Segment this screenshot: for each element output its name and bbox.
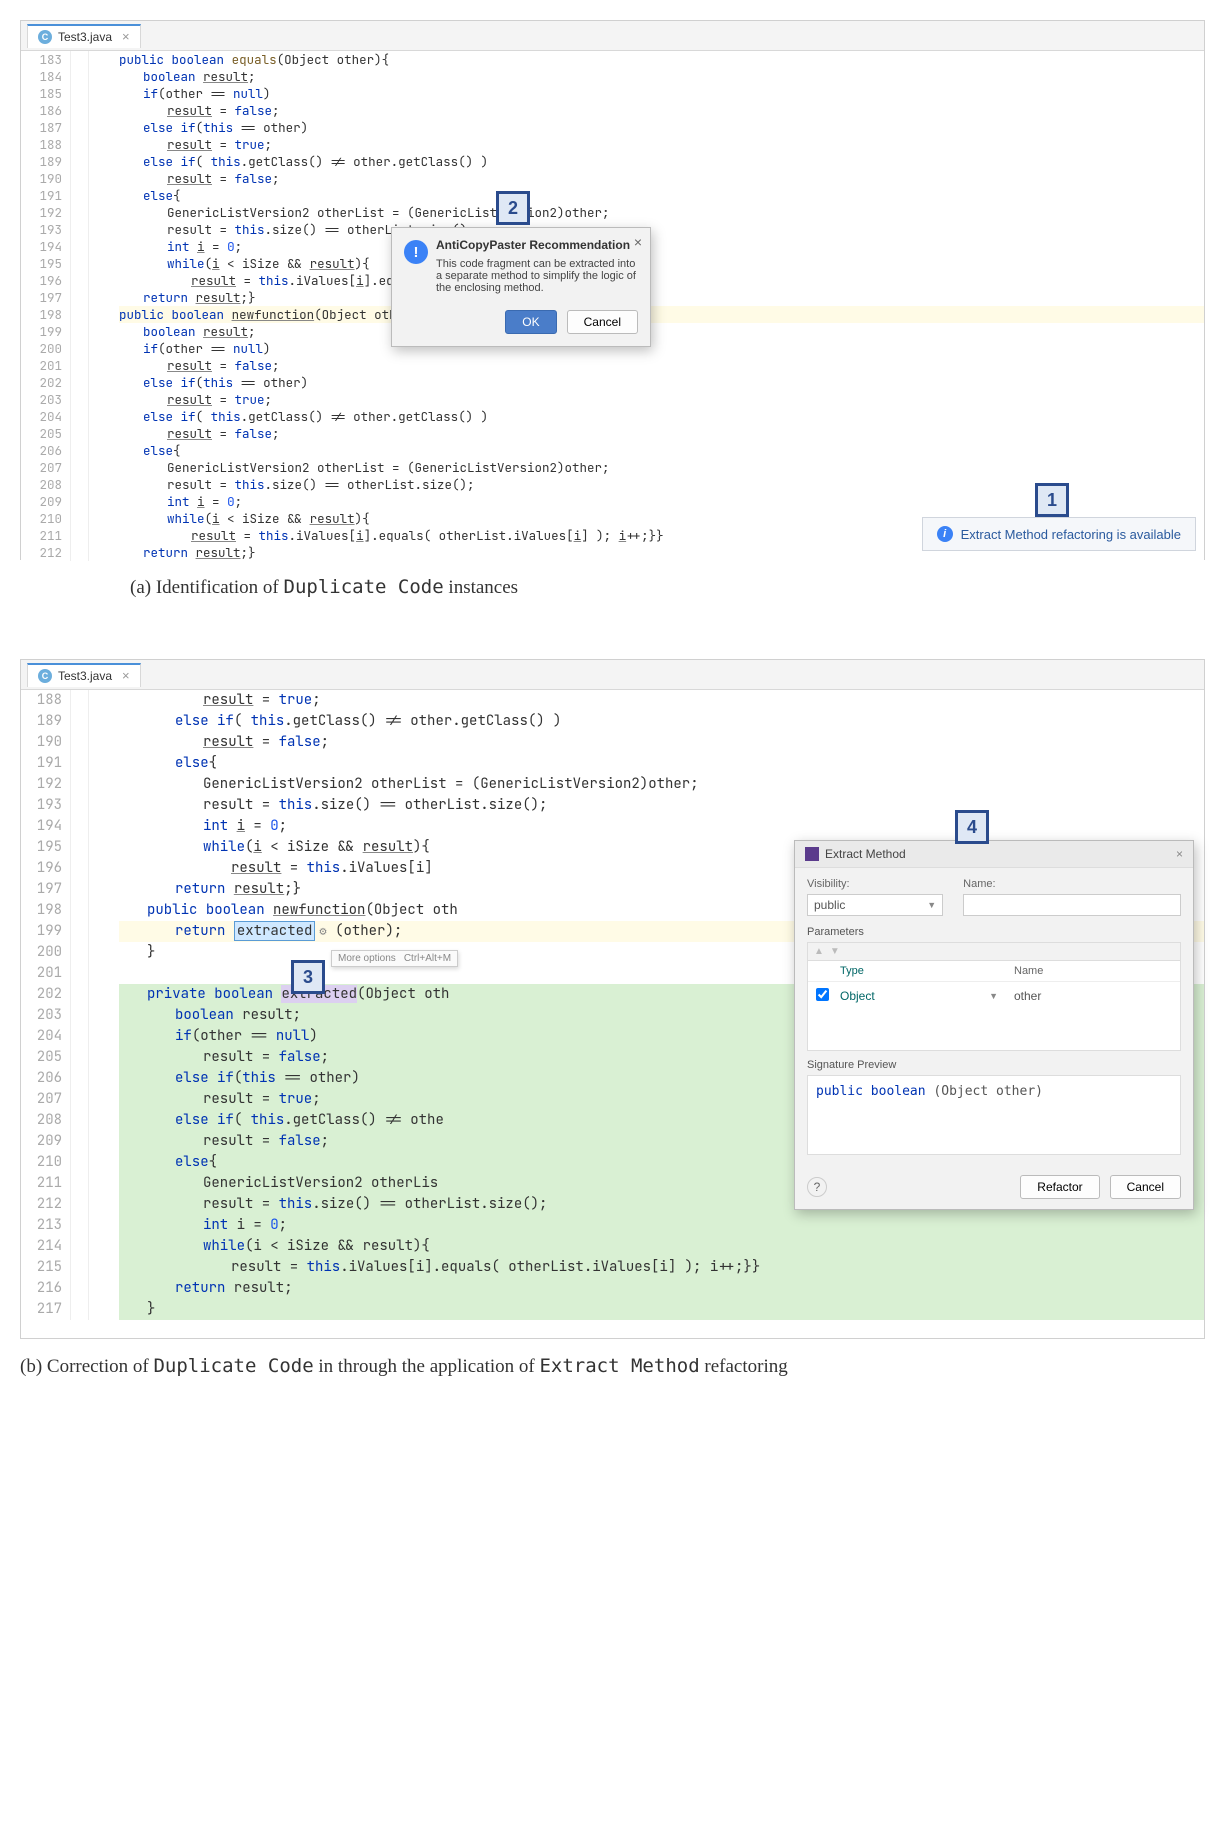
- name-label: Name:: [963, 878, 1181, 890]
- visibility-label: Visibility:: [807, 878, 943, 890]
- gutter: 1881891901911921931941951961971981992002…: [21, 690, 71, 1320]
- param-checkbox[interactable]: [816, 988, 829, 1001]
- chevron-down-icon: ▼: [927, 900, 936, 910]
- java-class-icon: C: [38, 669, 52, 683]
- caption-b-end: Extract Method: [539, 1355, 699, 1377]
- ide-window-b: C Test3.java × 1881891901911921931941951…: [20, 659, 1205, 1339]
- callout-4-label: 4: [967, 817, 977, 838]
- fold-column: [71, 51, 89, 561]
- info-icon: i: [937, 526, 953, 542]
- file-tab[interactable]: C Test3.java ×: [27, 663, 141, 687]
- move-down-icon[interactable]: ▼: [830, 946, 840, 957]
- extract-dialog-title: Extract Method: [825, 847, 906, 861]
- more-options-label: More options: [338, 953, 396, 964]
- name-header: Name: [1006, 961, 1180, 981]
- figure-a: C Test3.java × 1831841851861871881891901…: [20, 20, 1205, 599]
- notification-text: Extract Method refactoring is available: [961, 527, 1181, 542]
- ok-button[interactable]: OK: [505, 310, 556, 334]
- sig-preview: public boolean (Object other): [807, 1075, 1181, 1155]
- caption-b-mid2: in through the application of: [314, 1356, 540, 1377]
- more-options-shortcut: Ctrl+Alt+M: [404, 953, 451, 964]
- caption-b-pre: (b) Correction of: [20, 1356, 153, 1377]
- sig-preview-label: Signature Preview: [807, 1059, 1181, 1071]
- param-toolbar: ▲ ▼: [807, 942, 1181, 960]
- caption-a: (a) Identification of Duplicate Code ins…: [20, 576, 1205, 599]
- param-type: Object: [840, 989, 875, 1003]
- ide-window-a: C Test3.java × 1831841851861871881891901…: [20, 20, 1205, 560]
- extract-method-dialog: Extract Method × Visibility: public ▼ Na…: [794, 840, 1194, 1210]
- file-tab-label: Test3.java: [58, 669, 112, 683]
- parameters-label: Parameters: [807, 926, 1181, 938]
- param-table: Type Name Object ▼ other: [807, 960, 1181, 1051]
- close-icon[interactable]: ×: [1176, 847, 1183, 861]
- caption-b: (b) Correction of Duplicate Code in thro…: [20, 1355, 1205, 1378]
- visibility-value: public: [814, 898, 845, 912]
- close-icon[interactable]: ×: [634, 234, 642, 250]
- callout-1: 1: [1035, 483, 1069, 517]
- cancel-button[interactable]: Cancel: [1110, 1175, 1181, 1199]
- fold-column: [71, 690, 89, 1320]
- callout-1-label: 1: [1047, 490, 1057, 511]
- close-icon[interactable]: ×: [122, 668, 130, 683]
- close-icon[interactable]: ×: [122, 29, 130, 44]
- notification-bar[interactable]: i Extract Method refactoring is availabl…: [922, 517, 1196, 551]
- type-header: Type: [832, 961, 1006, 981]
- caption-b-mid: Duplicate Code: [153, 1355, 313, 1377]
- move-up-icon[interactable]: ▲: [814, 946, 824, 957]
- caption-b-last: refactoring: [700, 1356, 788, 1377]
- info-icon: !: [404, 240, 428, 264]
- name-input[interactable]: [963, 894, 1181, 916]
- recommendation-dialog: ! × AntiCopyPaster Recommendation This c…: [391, 227, 651, 347]
- figure-b: C Test3.java × 1881891901911921931941951…: [20, 659, 1205, 1378]
- visibility-select[interactable]: public ▼: [807, 894, 943, 916]
- dialog-title: AntiCopyPaster Recommendation: [436, 238, 630, 252]
- java-class-icon: C: [38, 30, 52, 44]
- table-row[interactable]: Object ▼ other: [808, 982, 1180, 1010]
- gutter: 1831841851861871881891901911921931941951…: [21, 51, 71, 561]
- param-name: other: [1006, 985, 1180, 1007]
- callout-3-label: 3: [303, 967, 313, 988]
- callout-2: 2: [496, 191, 530, 225]
- callout-3: 3: [291, 960, 325, 994]
- help-button[interactable]: ?: [807, 1177, 827, 1197]
- more-options-popup[interactable]: More options Ctrl+Alt+M: [331, 950, 458, 967]
- tab-bar: C Test3.java ×: [21, 21, 1204, 51]
- refactor-button[interactable]: Refactor: [1020, 1175, 1099, 1199]
- cancel-button[interactable]: Cancel: [567, 310, 638, 334]
- callout-4: 4: [955, 810, 989, 844]
- callout-2-label: 2: [508, 198, 518, 219]
- intellij-icon: [805, 847, 819, 861]
- tab-bar: C Test3.java ×: [21, 660, 1204, 690]
- file-tab-label: Test3.java: [58, 30, 112, 44]
- file-tab[interactable]: C Test3.java ×: [27, 24, 141, 48]
- dialog-body: This code fragment can be extracted into…: [392, 252, 650, 304]
- chevron-down-icon: ▼: [989, 991, 998, 1001]
